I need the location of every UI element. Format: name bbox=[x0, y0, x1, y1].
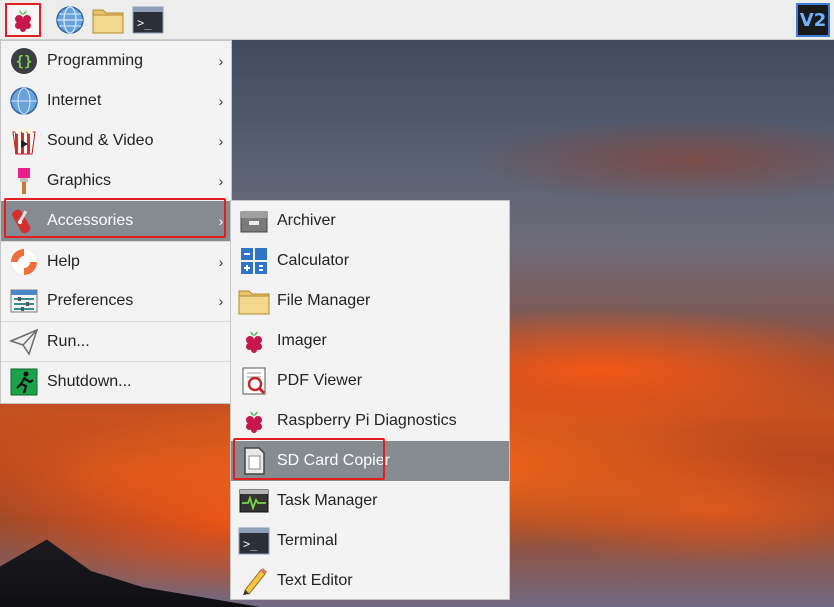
submenu-item-pdf-viewer[interactable]: PDF Viewer bbox=[231, 361, 509, 401]
archiver-icon bbox=[237, 205, 271, 237]
web-browser-button[interactable] bbox=[54, 4, 86, 36]
mountain-silhouette bbox=[0, 539, 260, 607]
submenu-item-imager[interactable]: Imager bbox=[231, 321, 509, 361]
menu-item-label: Sound & Video bbox=[47, 132, 154, 149]
menu-item-label: Preferences bbox=[47, 292, 134, 309]
svg-text:{}: {} bbox=[16, 54, 33, 70]
submenu-item-label: SD Card Copier bbox=[277, 452, 390, 469]
sound-video-icon bbox=[7, 125, 41, 157]
chevron-right-icon: › bbox=[218, 53, 224, 69]
terminal-button[interactable]: >_ bbox=[132, 4, 164, 36]
globe-icon bbox=[7, 85, 41, 117]
accessories-submenu: Archiver Calculator File Manager Imager … bbox=[230, 200, 510, 600]
file-manager-button[interactable] bbox=[92, 4, 124, 36]
menu-item-label: Run... bbox=[47, 332, 90, 350]
pdf-viewer-icon bbox=[237, 365, 271, 397]
chevron-right-icon: › bbox=[218, 293, 224, 309]
menu-item-programming[interactable]: {} Programming › bbox=[1, 41, 231, 81]
raspberry-pi-icon bbox=[15, 10, 31, 32]
submenu-item-raspberry-pi-diagnostics[interactable]: Raspberry Pi Diagnostics bbox=[231, 401, 509, 441]
submenu-item-label: PDF Viewer bbox=[277, 372, 363, 389]
svg-text:>_: >_ bbox=[243, 537, 258, 551]
submenu-item-terminal[interactable]: >_ Terminal bbox=[231, 521, 509, 561]
submenu-item-label: Archiver bbox=[277, 212, 336, 229]
submenu-item-text-editor[interactable]: Text Editor bbox=[231, 561, 509, 601]
chevron-right-icon: › bbox=[218, 133, 224, 149]
submenu-item-label: Imager bbox=[277, 332, 327, 349]
raspberry-pi-icon bbox=[237, 325, 271, 357]
programming-icon: {} bbox=[7, 45, 41, 77]
menu-item-label: Programming bbox=[47, 52, 144, 69]
chevron-right-icon: › bbox=[218, 173, 224, 189]
submenu-item-label: Task Manager bbox=[277, 492, 378, 509]
shutdown-icon bbox=[7, 366, 41, 398]
chevron-right-icon: › bbox=[218, 213, 224, 229]
menu-item-run[interactable]: Run... bbox=[1, 321, 231, 361]
accessories-icon bbox=[7, 205, 41, 237]
submenu-item-archiver[interactable]: Archiver bbox=[231, 201, 509, 241]
menu-item-label: Help bbox=[47, 252, 80, 270]
menu-item-shutdown[interactable]: Shutdown... bbox=[1, 361, 231, 401]
raspberry-pi-icon bbox=[237, 405, 271, 437]
task-manager-icon bbox=[237, 485, 271, 517]
menu-item-internet[interactable]: Internet › bbox=[1, 81, 231, 121]
vnc-icon[interactable]: V2 bbox=[796, 3, 830, 37]
globe-icon bbox=[56, 6, 84, 34]
applications-menu-button[interactable] bbox=[5, 3, 41, 37]
main-menu: {} Programming › Internet › Sound & Vide… bbox=[0, 40, 232, 404]
menu-item-label: Graphics bbox=[47, 172, 112, 189]
terminal-icon: >_ bbox=[237, 525, 271, 557]
submenu-item-label: File Manager bbox=[277, 292, 371, 309]
preferences-icon bbox=[7, 285, 41, 317]
terminal-icon: >_ bbox=[132, 6, 164, 34]
taskbar: >_ V2 bbox=[0, 0, 834, 40]
chevron-right-icon: › bbox=[218, 253, 224, 270]
folder-icon bbox=[92, 9, 124, 34]
submenu-item-label: Calculator bbox=[277, 252, 350, 269]
svg-text:>_: >_ bbox=[137, 16, 152, 30]
menu-item-label: Accessories bbox=[47, 212, 134, 229]
calculator-icon bbox=[237, 245, 271, 277]
help-icon bbox=[7, 246, 41, 278]
menu-item-label: Shutdown... bbox=[47, 372, 132, 390]
menu-item-accessories[interactable]: Accessories › bbox=[1, 201, 231, 241]
run-icon bbox=[7, 326, 41, 358]
submenu-item-file-manager[interactable]: File Manager bbox=[231, 281, 509, 321]
menu-item-help[interactable]: Help › bbox=[1, 241, 231, 281]
submenu-item-label: Text Editor bbox=[277, 572, 353, 589]
text-editor-icon bbox=[237, 565, 271, 597]
menu-item-graphics[interactable]: Graphics › bbox=[1, 161, 231, 201]
sd-card-icon bbox=[237, 445, 271, 477]
graphics-icon bbox=[7, 165, 41, 197]
menu-item-sound-video[interactable]: Sound & Video › bbox=[1, 121, 231, 161]
submenu-item-label: Raspberry Pi Diagnostics bbox=[277, 412, 457, 429]
submenu-item-sd-card-copier[interactable]: SD Card Copier bbox=[231, 441, 509, 481]
menu-item-label: Internet bbox=[47, 92, 102, 109]
chevron-right-icon: › bbox=[218, 93, 224, 109]
submenu-item-calculator[interactable]: Calculator bbox=[231, 241, 509, 281]
submenu-item-label: Terminal bbox=[277, 532, 338, 549]
submenu-item-task-manager[interactable]: Task Manager bbox=[231, 481, 509, 521]
folder-icon bbox=[237, 285, 271, 317]
menu-item-preferences[interactable]: Preferences › bbox=[1, 281, 231, 321]
